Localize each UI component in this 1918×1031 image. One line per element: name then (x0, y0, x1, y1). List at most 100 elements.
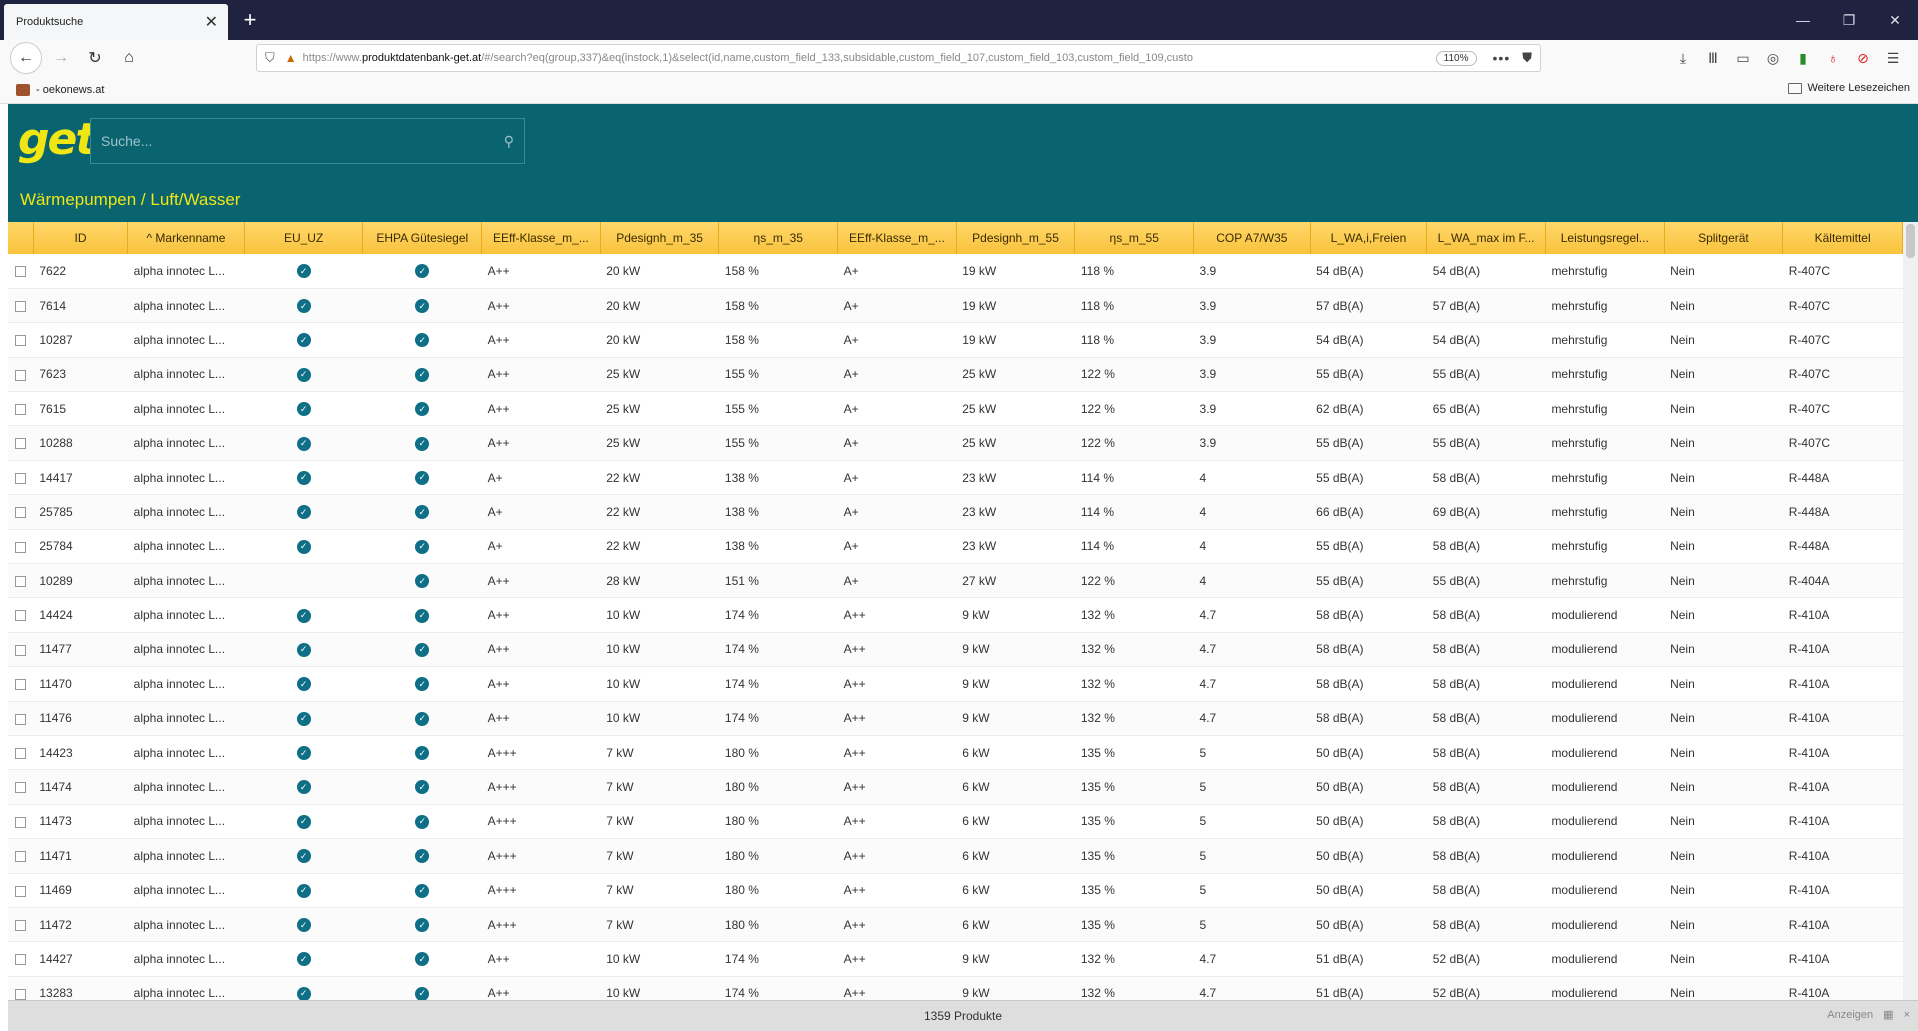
menu-icon[interactable]: ☰ (1878, 44, 1908, 72)
scrollbar-thumb[interactable] (1906, 224, 1915, 258)
column-header[interactable]: EEff-Klasse_m_... (837, 222, 957, 254)
sidebar-icon[interactable]: ▭ (1728, 44, 1758, 72)
forward-button[interactable]: → (46, 43, 76, 73)
column-header[interactable]: ηs_m_35 (718, 222, 839, 254)
library-icon[interactable]: Ⅲ (1698, 44, 1728, 72)
back-button[interactable]: ← (10, 42, 42, 74)
cell-p35: 10 kW (600, 976, 719, 1000)
row-checkbox[interactable] (15, 919, 27, 931)
row-checkbox[interactable] (15, 954, 27, 966)
column-header[interactable]: L_WA_max im F... (1426, 222, 1546, 254)
table-row[interactable]: 7622 alpha innotec L... ✓ ✓ A++ 20 kW 158 % A+ 1… (8, 254, 1903, 289)
row-checkbox[interactable] (15, 507, 27, 519)
row-checkbox[interactable] (15, 300, 27, 312)
table-row[interactable]: 14427 alpha innotec L... ✓ ✓ A++ 10 kW 174 % A+… (8, 941, 1903, 977)
search-icon[interactable]: ⚲ (504, 133, 514, 150)
column-header[interactable]: ηs_m_55 (1074, 222, 1195, 254)
close-icon[interactable]: × (1904, 1009, 1910, 1021)
url-text[interactable]: https://www.produktdatenbank-get.at/#/se… (303, 52, 1428, 64)
cell-eff35: A++ (481, 254, 601, 289)
table-row[interactable]: 13283 alpha innotec L... ✓ ✓ A++ 10 kW 174 % A+… (8, 976, 1903, 1000)
column-header[interactable]: Kältemittel (1782, 222, 1903, 254)
table-row[interactable]: 11472 alpha innotec L... ✓ ✓ A+++ 7 kW 180 % A+… (8, 907, 1903, 943)
bookmark-oekonews[interactable]: - oekonews.at (16, 83, 104, 96)
show-button[interactable]: Anzeigen (1827, 1009, 1873, 1021)
table-row[interactable]: 11474 alpha innotec L... ✓ ✓ A+++ 7 kW 180 % A+… (8, 769, 1903, 805)
table-row[interactable]: 11477 alpha innotec L... ✓ ✓ A++ 10 kW 174 % A+… (8, 632, 1903, 668)
table-row[interactable]: 7614 alpha innotec L... ✓ ✓ A++ 20 kW 158 % A+ 1… (8, 288, 1903, 324)
column-header[interactable]: Splitgerät (1664, 222, 1784, 254)
more-actions-icon[interactable]: ••• (1493, 50, 1511, 66)
url-bar[interactable]: ⛉ ▲ https://www.produktdatenbank-get.at/… (256, 44, 1541, 72)
table-row[interactable]: 25785 alpha innotec L... ✓ ✓ A+ 22 kW 138 % A+ 2… (8, 494, 1903, 530)
cell-cop: 5 (1193, 735, 1311, 771)
row-checkbox[interactable] (15, 782, 27, 794)
table-row[interactable]: 11471 alpha innotec L... ✓ ✓ A+++ 7 kW 180 % A+… (8, 838, 1903, 874)
download-icon[interactable]: ⤓ (1668, 44, 1698, 72)
lock-icon[interactable]: ▲ (285, 51, 297, 65)
row-checkbox[interactable] (15, 988, 27, 1000)
account-icon[interactable]: ◎ (1758, 44, 1788, 72)
row-checkbox[interactable] (15, 713, 27, 725)
table-row[interactable]: 11473 alpha innotec L... ✓ ✓ A+++ 7 kW 180 % A+… (8, 804, 1903, 840)
table-row[interactable]: 25784 alpha innotec L... ✓ ✓ A+ 22 kW 138 % A+ 2… (8, 529, 1903, 565)
minimize-button[interactable]: — (1780, 0, 1826, 40)
grid-icon[interactable]: ▦ (1883, 1008, 1893, 1021)
row-checkbox[interactable] (15, 576, 27, 588)
search-box: ⚲ (90, 118, 525, 164)
table-row[interactable]: 11469 alpha innotec L... ✓ ✓ A+++ 7 kW 180 % A+… (8, 873, 1903, 908)
adblock-icon[interactable]: ⊘ (1848, 44, 1878, 72)
row-checkbox[interactable] (15, 438, 27, 450)
row-checkbox[interactable] (15, 747, 27, 759)
row-checkbox[interactable] (15, 472, 27, 484)
table-row[interactable]: 10288 alpha innotec L... ✓ ✓ A++ 25 kW 155 % A+… (8, 425, 1903, 461)
row-checkbox[interactable] (15, 610, 27, 622)
other-bookmarks[interactable]: Weitere Lesezeichen (1788, 82, 1910, 94)
close-window-button[interactable]: ✕ (1872, 0, 1918, 40)
column-header[interactable]: Pdesignh_m_55 (956, 222, 1076, 254)
table-row[interactable]: 11476 alpha innotec L... ✓ ✓ A++ 10 kW 174 % A+… (8, 701, 1903, 736)
reload-button[interactable]: ↻ (80, 43, 110, 73)
row-checkbox[interactable] (15, 885, 27, 897)
pocket-icon[interactable]: ⛊ (1522, 50, 1532, 66)
row-checkbox[interactable] (15, 679, 27, 691)
column-header[interactable]: EU_UZ (244, 222, 364, 254)
column-header[interactable]: Pdesignh_m_35 (600, 222, 720, 254)
table-row[interactable]: 10289 alpha innotec L... ✓ A++ 28 kW 151 % A+ 2… (8, 563, 1903, 599)
table-row[interactable]: 10287 alpha innotec L... ✓ ✓ A++ 20 kW 158 % A+… (8, 322, 1903, 358)
table-row[interactable]: 7623 alpha innotec L... ✓ ✓ A++ 25 kW 155 % A+ 2… (8, 357, 1903, 393)
shield-icon[interactable]: ⛉ (265, 50, 275, 66)
zoom-level-badge[interactable]: 110% (1435, 50, 1477, 66)
extension-icon[interactable]: ▮ (1788, 44, 1818, 72)
get-logo[interactable]: get (18, 114, 96, 165)
table-row[interactable]: 14424 alpha innotec L... ✓ ✓ A++ 10 kW 174 % A+… (8, 597, 1903, 633)
column-header[interactable]: Leistungsregel... (1545, 222, 1665, 254)
column-header[interactable]: EHPA Gütesiegel (362, 222, 483, 254)
row-checkbox[interactable] (15, 851, 27, 863)
restore-button[interactable]: ❐ (1826, 0, 1872, 40)
column-header[interactable]: EEff-Klasse_m_... (481, 222, 601, 254)
row-checkbox[interactable] (15, 335, 27, 347)
row-checkbox[interactable] (15, 816, 27, 828)
row-checkbox[interactable] (15, 541, 27, 553)
table-row[interactable]: 11470 alpha innotec L... ✓ ✓ A++ 10 kW 174 % A+… (8, 666, 1903, 702)
addon-icon[interactable]: ♁ (1818, 44, 1848, 72)
row-checkbox[interactable] (15, 404, 27, 416)
column-header[interactable]: ^ Markenname (127, 222, 245, 254)
column-header[interactable]: COP A7/W35 (1193, 222, 1311, 254)
table-row[interactable]: 14423 alpha innotec L... ✓ ✓ A+++ 7 kW 180 % A+… (8, 735, 1903, 771)
new-tab-button[interactable]: + (236, 6, 264, 34)
column-header[interactable]: ID (33, 222, 129, 254)
column-header[interactable]: L_WA,i,Freien (1310, 222, 1428, 254)
table-row[interactable]: 7615 alpha innotec L... ✓ ✓ A++ 25 kW 155 % A+ 2… (8, 391, 1903, 427)
close-icon[interactable]: ✕ (205, 12, 218, 32)
search-input[interactable] (101, 133, 504, 149)
home-button[interactable]: ⌂ (114, 43, 144, 73)
row-checkbox[interactable] (15, 266, 27, 278)
browser-tab[interactable]: Produktsuche ✕ (4, 4, 228, 40)
row-checkbox[interactable] (15, 644, 27, 656)
cell-lwamax: 58 dB(A) (1426, 460, 1546, 496)
table-row[interactable]: 14417 alpha innotec L... ✓ ✓ A+ 22 kW 138 % A+ 2… (8, 460, 1903, 496)
vertical-scrollbar[interactable] (1903, 222, 1918, 1000)
row-checkbox[interactable] (15, 369, 27, 381)
